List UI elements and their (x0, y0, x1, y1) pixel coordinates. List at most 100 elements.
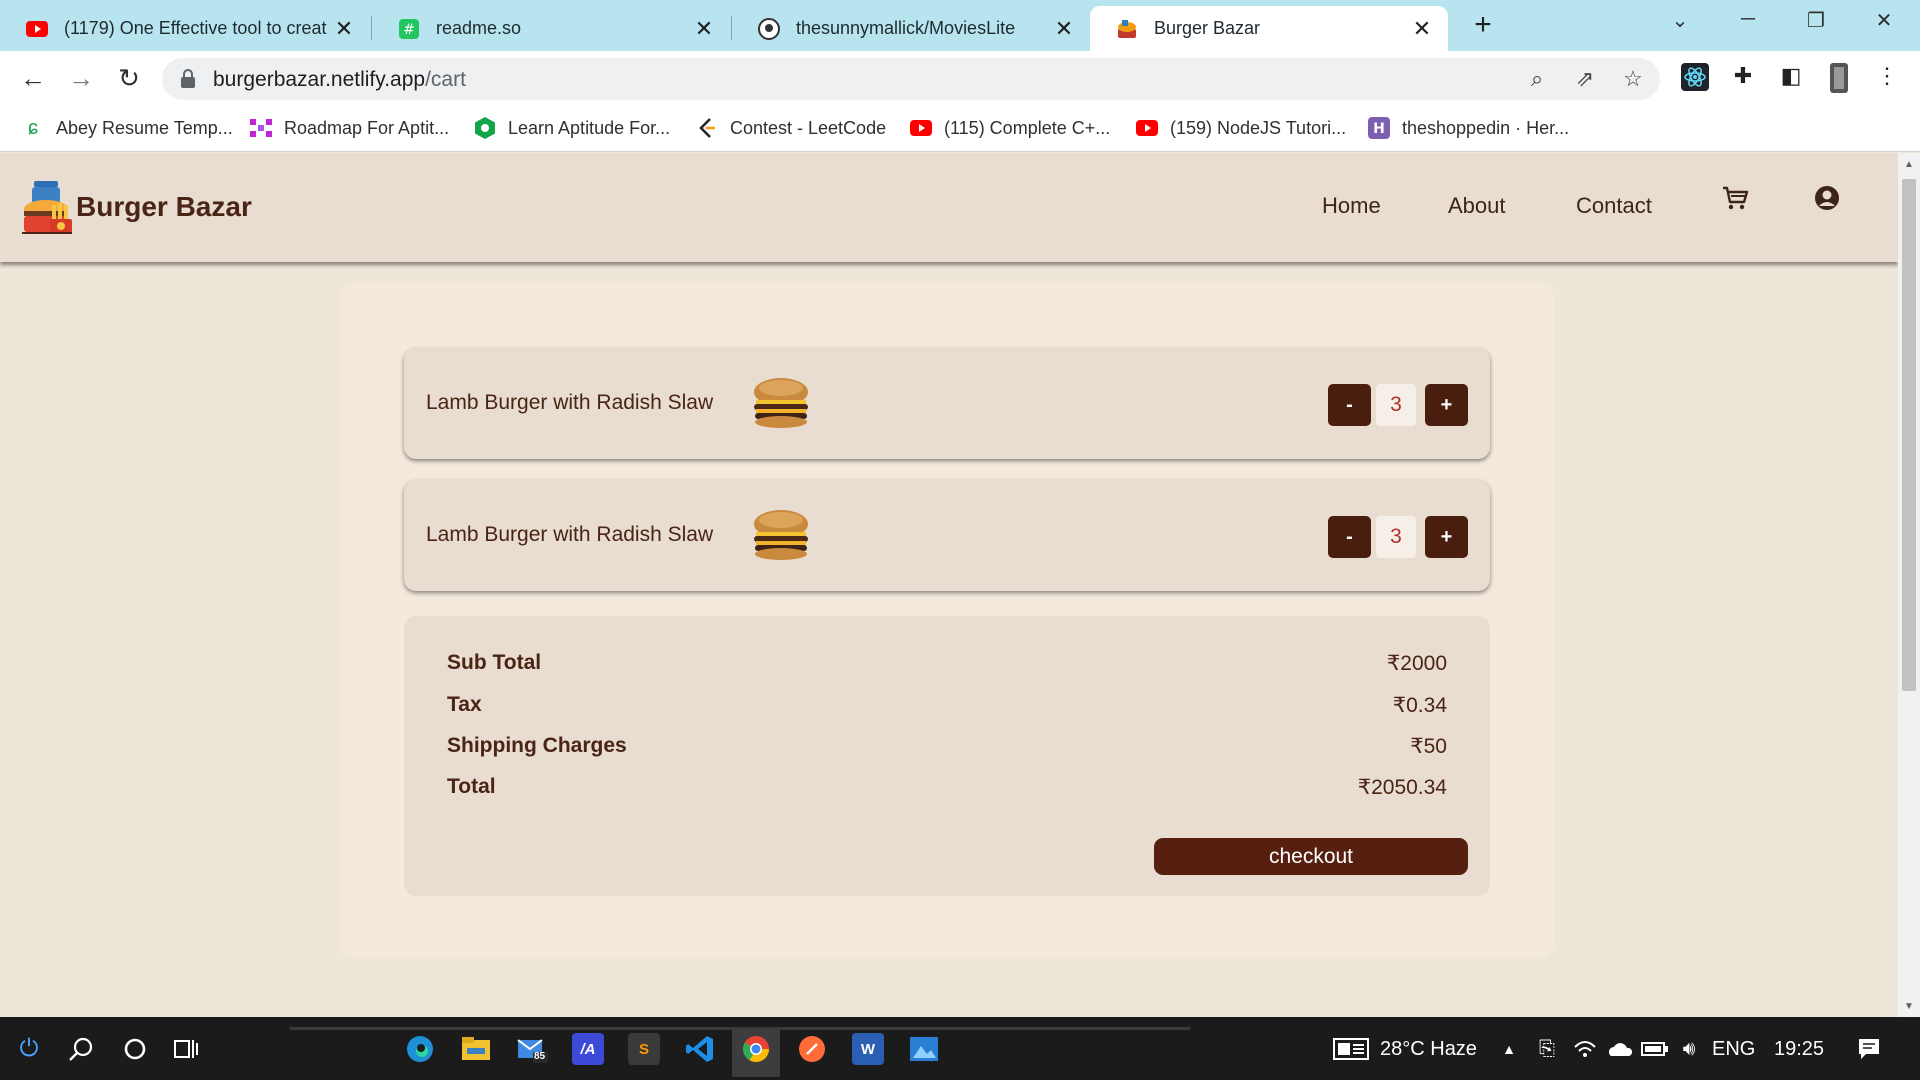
postman-icon[interactable] (796, 1033, 828, 1065)
heroku-icon: H (1368, 117, 1390, 139)
tab-youtube[interactable]: (1179) One Effective tool to creat ✕ (0, 6, 370, 51)
tab-readme[interactable]: # readme.so ✕ (372, 6, 730, 51)
bookmark-complete-cpp[interactable]: (115) Complete C+... (910, 115, 1110, 141)
restore-icon[interactable]: ❐ (1796, 8, 1836, 38)
photos-icon[interactable] (908, 1033, 940, 1065)
quantity-value: 3 (1376, 384, 1416, 426)
power-icon[interactable]: ⏻ (14, 1034, 44, 1064)
forward-icon[interactable]: → (64, 61, 98, 95)
burger-image (754, 510, 808, 560)
brand[interactable]: Burger Bazar (22, 179, 252, 235)
weather-icon[interactable] (1332, 1034, 1370, 1064)
meet-now-icon[interactable]: ⎘ (1532, 1034, 1562, 1064)
checkout-button[interactable]: checkout (1154, 838, 1468, 875)
decrease-quantity-button[interactable]: - (1328, 516, 1371, 558)
back-icon[interactable]: ← (16, 61, 50, 95)
close-icon[interactable]: ✕ (1052, 16, 1076, 42)
tab-github[interactable]: thesunnymallick/MoviesLite ✕ (732, 6, 1090, 51)
battery-icon[interactable] (1640, 1034, 1670, 1064)
github-icon (758, 17, 780, 40)
url-path: /cart (425, 68, 466, 91)
subtotal-label: Sub Total (447, 651, 542, 674)
bookmark-label: Roadmap For Aptit... (284, 117, 450, 138)
weather-text[interactable]: 28°C Haze (1380, 1038, 1477, 1061)
zoom-icon[interactable]: ⌕ (1524, 66, 1550, 92)
bookmarks-bar: ɕ Abey Resume Temp... Roadmap For Aptit.… (0, 106, 1920, 152)
cart-item: Lamb Burger with Radish Slaw - 3 + (404, 480, 1490, 591)
url-host: burgerbazar.netlify.app (213, 68, 426, 91)
window-close-icon[interactable]: ✕ (1864, 8, 1904, 38)
address-bar[interactable]: burgerbazar.netlify.app/cart ⌕ ⇗ ☆ (162, 58, 1660, 100)
close-icon[interactable]: ✕ (1410, 16, 1434, 42)
search-icon[interactable] (66, 1034, 96, 1064)
scroll-up-icon[interactable]: ▲ (1903, 159, 1915, 170)
chrome-icon[interactable] (740, 1033, 772, 1065)
svg-text:H: H (1373, 121, 1385, 137)
bookmark-label: theshoppedin · Her... (1402, 117, 1570, 138)
bookmark-leetcode[interactable]: Contest - LeetCode (696, 115, 886, 141)
bookmark-abey-resume[interactable]: ɕ Abey Resume Temp... (22, 115, 233, 141)
edge-icon[interactable] (404, 1033, 436, 1065)
order-summary: Sub Total ₹2000 Tax ₹0.34 Shipping Charg… (404, 616, 1490, 896)
react-devtools-icon[interactable] (1680, 63, 1710, 93)
minimize-icon[interactable]: ─ (1728, 8, 1768, 38)
task-view-icon[interactable] (172, 1034, 202, 1064)
close-icon[interactable]: ✕ (692, 16, 716, 42)
reload-icon[interactable]: ↻ (112, 61, 146, 95)
cart-icon[interactable] (1720, 183, 1750, 213)
leetcode-icon (696, 117, 718, 139)
wifi-icon[interactable] (1570, 1034, 1600, 1064)
menu-kebab-icon[interactable]: ⋮ (1872, 63, 1902, 93)
increase-quantity-button[interactable]: + (1425, 384, 1468, 426)
bookmark-nodejs[interactable]: (159) NodeJS Tutori... (1136, 115, 1346, 141)
tax-value: ₹0.34 (1392, 694, 1447, 717)
bookmark-star-icon[interactable]: ☆ (1620, 66, 1646, 92)
onedrive-icon[interactable] (1604, 1034, 1634, 1064)
notification-center-icon[interactable] (1854, 1034, 1884, 1064)
cart-panel: Lamb Burger with Radish Slaw - 3 + Lamb … (340, 283, 1554, 958)
nav-about[interactable]: About (1448, 193, 1506, 219)
lock-icon (181, 69, 195, 88)
bookmark-roadmap[interactable]: Roadmap For Aptit... (250, 115, 449, 141)
shipping-value: ₹50 (1410, 735, 1447, 758)
mail-store-icon[interactable]: 85 (516, 1033, 548, 1065)
nav-contact[interactable]: Contact (1576, 193, 1652, 219)
profile-avatar[interactable] (1824, 63, 1854, 93)
bookmark-label: (159) NodeJS Tutori... (1170, 117, 1347, 138)
bookmark-learn-aptitude[interactable]: Learn Aptitude For... (474, 115, 670, 141)
close-icon[interactable]: ✕ (332, 16, 356, 42)
extensions-puzzle-icon[interactable]: ✚ (1728, 63, 1758, 93)
total-value: ₹2050.34 (1357, 776, 1447, 799)
file-explorer-icon[interactable] (460, 1033, 492, 1065)
android-studio-icon[interactable]: /A (572, 1033, 604, 1065)
show-hidden-icons-icon[interactable]: ▲ (1494, 1034, 1524, 1064)
increase-quantity-button[interactable]: + (1425, 516, 1468, 558)
word-icon[interactable]: W (852, 1033, 884, 1065)
clock[interactable]: 19:25 (1774, 1038, 1824, 1061)
user-account-icon[interactable] (1812, 183, 1842, 213)
side-panel-icon[interactable]: ◧ (1776, 63, 1806, 93)
bookmark-label: (115) Complete C+... (944, 117, 1111, 138)
decrease-quantity-button[interactable]: - (1328, 384, 1371, 426)
scroll-down-icon[interactable]: ▼ (1903, 1001, 1915, 1012)
leaf-icon: ɕ (28, 116, 38, 139)
share-icon[interactable]: ⇗ (1572, 66, 1598, 92)
cortana-icon[interactable] (120, 1034, 150, 1064)
sublime-text-icon[interactable]: S (628, 1033, 660, 1065)
scrollbar-thumb[interactable] (1902, 179, 1916, 691)
shipping-label: Shipping Charges (447, 734, 627, 757)
volume-icon[interactable]: 🔊︎ (1674, 1034, 1704, 1064)
bookmark-theshoppedin[interactable]: H theshoppedin · Her... (1368, 115, 1569, 141)
site-header: Burger Bazar Home About Contact (0, 153, 1898, 262)
tab-burger-bazar[interactable]: Burger Bazar ✕ (1090, 6, 1448, 51)
brand-name: Burger Bazar (76, 191, 252, 222)
readme-icon: # (398, 18, 420, 40)
vscode-icon[interactable] (684, 1033, 716, 1065)
page-scrollbar[interactable]: ▲ ▼ (1898, 153, 1920, 1017)
language-indicator[interactable]: ENG (1712, 1038, 1755, 1061)
hexagon-icon (474, 117, 496, 139)
nav-home[interactable]: Home (1322, 193, 1381, 219)
tab-search-icon[interactable]: ⌄ (1660, 8, 1700, 38)
tax-label: Tax (447, 693, 482, 716)
new-tab-button[interactable]: + (1468, 10, 1498, 40)
